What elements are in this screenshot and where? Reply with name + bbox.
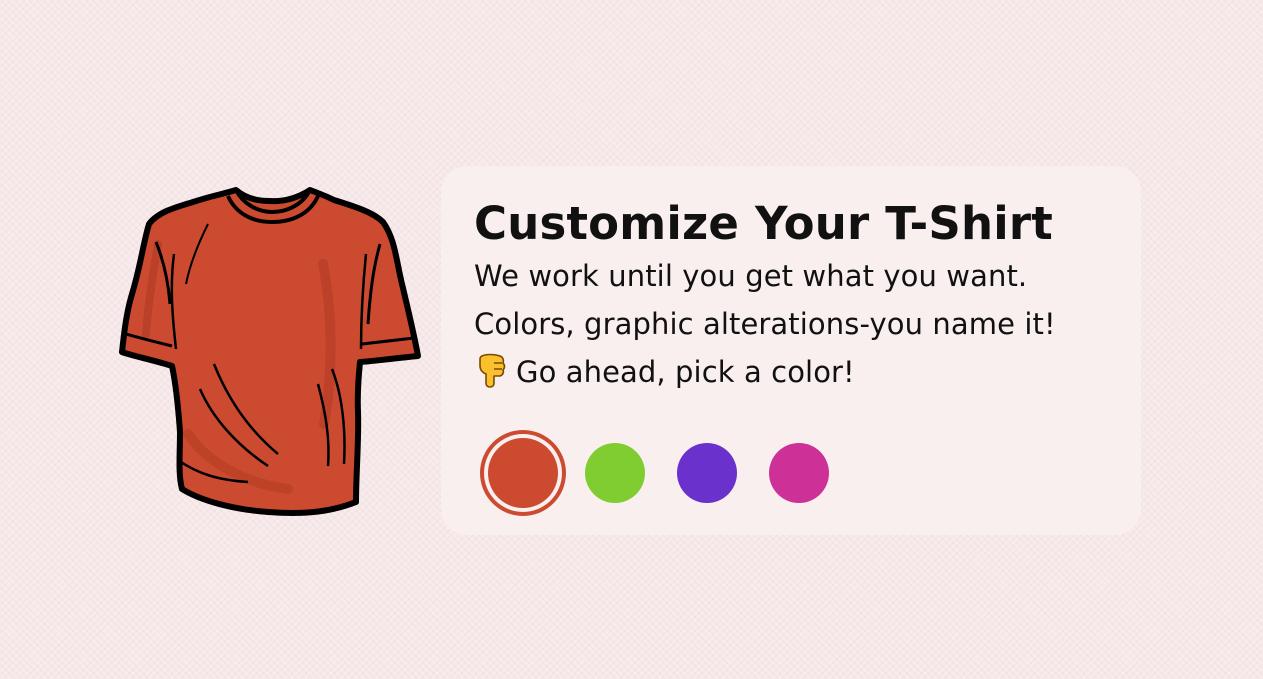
color-swatch-green[interactable] <box>585 443 645 503</box>
color-swatch-magenta[interactable] <box>769 443 829 503</box>
tagline-text: We work until you get what you want. <box>474 259 1028 293</box>
description-text: Colors, graphic alterations-you name it! <box>474 307 1056 341</box>
backhand-index-pointing-down-icon <box>474 352 508 388</box>
t-shirt-icon <box>119 187 421 516</box>
color-swatch-purple[interactable] <box>677 443 737 503</box>
customize-card: Customize Your T-Shirt We work until you… <box>441 166 1141 535</box>
t-shirt-image <box>118 184 424 518</box>
color-swatch-red[interactable] <box>488 438 558 508</box>
prompt-line: Go ahead, pick a color! <box>474 352 855 392</box>
page-title: Customize Your T-Shirt <box>474 197 1053 250</box>
prompt-text: Go ahead, pick a color! <box>516 355 855 389</box>
t-shirt-body <box>119 187 421 516</box>
